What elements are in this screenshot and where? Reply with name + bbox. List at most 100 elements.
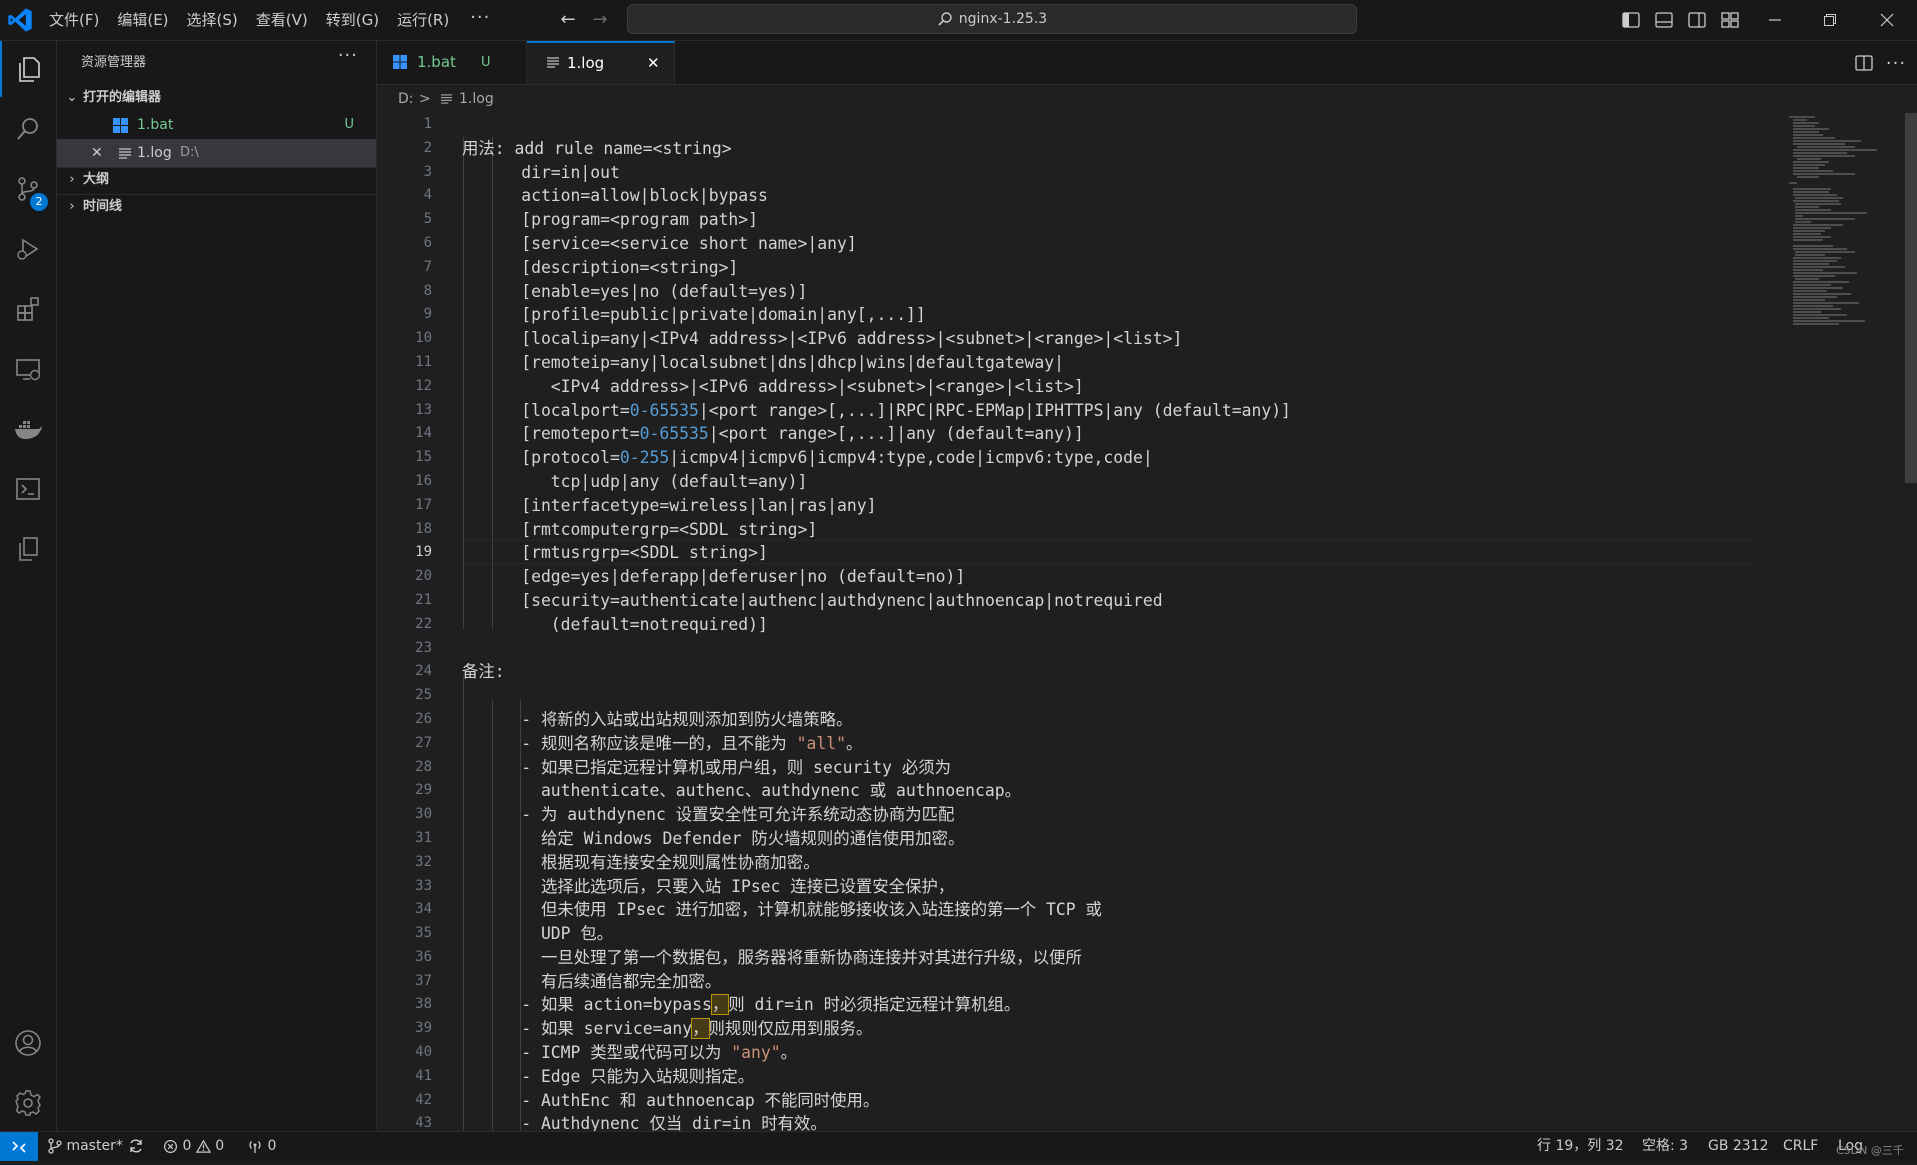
toggle-secondary-sidebar-icon[interactable] [1683,6,1711,34]
code-line[interactable]: [remoteport=0-65535|<port range>[,...]|a… [462,422,1762,446]
code-line[interactable]: - 规则名称应该是唯一的，且不能为 "all"。 [462,732,1762,756]
code-line[interactable]: [rmtcomputergrp=<SDDL string>] [462,518,1762,542]
remote-indicator-icon[interactable] [0,1132,38,1161]
code-area[interactable]: ​用法: add rule name=<string> dir=in|out a… [462,113,1762,1131]
code-line[interactable]: [enable=yes|no (default=yes)] [462,280,1762,304]
remote-explorer-icon[interactable] [0,341,56,397]
code-line[interactable]: authenticate、authenc、authdynenc 或 authno… [462,779,1762,803]
open-editor-item-1-log[interactable]: ✕ 1.log D:\ [57,139,376,167]
code-line[interactable]: 备注: [462,660,1762,684]
menu-selection[interactable]: 选择(S) [178,0,247,40]
restore-icon[interactable] [1803,0,1857,40]
outline-section[interactable]: › 大纲 [57,167,376,193]
code-line[interactable]: [description=<string>] [462,256,1762,280]
close-tab-icon[interactable]: ✕ [647,43,660,84]
timeline-section[interactable]: › 时间线 [57,194,376,220]
code-line[interactable]: ​ [462,637,1762,661]
indentation-indicator[interactable]: 空格: 3 [1642,1132,1688,1161]
eol-indicator[interactable]: CRLF [1783,1132,1818,1161]
code-line[interactable]: 根据现有连接安全规则属性协商加密。 [462,851,1762,875]
code-line[interactable]: (default=notrequired)] [462,613,1762,637]
menu-go[interactable]: 转到(G) [317,0,388,40]
docker-icon[interactable] [0,401,56,457]
code-line[interactable]: 但未使用 IPsec 进行加密，计算机就能够接收该入站连接的第一个 TCP 或 [462,898,1762,922]
command-center-search[interactable]: nginx-1.25.3 [627,4,1357,34]
go-back-icon[interactable]: ← [554,6,582,34]
customize-layout-icon[interactable] [1716,6,1744,34]
encoding-indicator[interactable]: GB 2312 [1708,1132,1769,1161]
code-line[interactable]: <IPv4 address>|<IPv6 address>|<subnet>|<… [462,375,1762,399]
settings-gear-icon[interactable] [0,1075,56,1131]
code-line[interactable]: [remoteip=any|localsubnet|dns|dhcp|wins|… [462,351,1762,375]
open-editor-path: D:\ [180,145,199,160]
minimap[interactable] [1785,113,1915,353]
source-control-icon[interactable]: 2 [0,161,56,217]
code-line[interactable]: ​ [462,684,1762,708]
code-line[interactable]: [security=authenticate|authenc|authdynen… [462,589,1762,613]
menu-view[interactable]: 查看(V) [247,0,317,40]
code-line[interactable]: tcp|udp|any (default=any)] [462,470,1762,494]
code-line[interactable]: [protocol=0-255|icmpv4|icmpv6|icmpv4:typ… [462,446,1762,470]
open-editors-section[interactable]: ⌄ 打开的编辑器 [57,85,376,111]
account-icon[interactable] [0,1015,56,1071]
explorer-more-actions-button[interactable]: ··· [338,45,358,66]
code-line[interactable]: 选择此选项后，只要入站 IPsec 连接已设置安全保护， [462,875,1762,899]
split-editor-icon[interactable] [1850,49,1878,77]
code-line[interactable]: dir=in|out [462,161,1762,185]
search-icon[interactable] [0,101,56,157]
tab-1-log[interactable]: 1.log ✕ [527,41,675,84]
text-editor[interactable]: 1 2 3 4 5 6 7 8 9 10 11 12 13 14 15 16 17 18 19 20 21 22 23 24 2… [377,113,1917,1131]
code-line[interactable]: 有后续通信都完全加密。 [462,970,1762,994]
tab-1-bat[interactable]: 1.bat U [377,41,527,84]
code-line[interactable]: [program=<program path>] [462,208,1762,232]
code-line[interactable]: - 如果 action=bypass，则 dir=in 时必须指定远程计算机组。 [462,993,1762,1017]
code-line[interactable]: [profile=public|private|domain|any[,...]… [462,303,1762,327]
code-line[interactable]: 一旦处理了第一个数据包，服务器将重新协商连接并对其进行升级，以便所 [462,946,1762,970]
code-line[interactable]: 给定 Windows Defender 防火墙规则的通信使用加密。 [462,827,1762,851]
code-line[interactable]: action=allow|block|bypass [462,184,1762,208]
breadcrumb-file[interactable]: 1.log [459,85,494,113]
editor-more-actions-button[interactable]: ··· [1882,49,1910,77]
toggle-panel-icon[interactable] [1650,6,1678,34]
vscode-logo-icon[interactable] [6,6,34,34]
minimize-icon[interactable] [1748,0,1802,40]
code-line[interactable]: - AuthEnc 和 authnoencap 不能同时使用。 [462,1089,1762,1113]
code-line[interactable]: - 如果已指定远程计算机或用户组，则 security 必须为 [462,756,1762,780]
code-line[interactable]: [rmtusrgrp=<SDDL string>] [462,541,1762,565]
vertical-scrollbar[interactable] [1905,113,1917,483]
code-line[interactable]: ​ [462,113,1762,137]
run-debug-icon[interactable] [0,221,56,277]
terminal-icon[interactable] [0,461,56,517]
menu-edit[interactable]: 编辑(E) [108,0,177,40]
code-line[interactable]: [edge=yes|deferapp|deferuser|no (default… [462,565,1762,589]
close-editor-icon[interactable]: ✕ [91,139,103,167]
menu-more-button[interactable]: ··· [458,0,502,40]
code-line[interactable]: [localip=any|<IPv4 address>|<IPv6 addres… [462,327,1762,351]
branch-indicator[interactable]: master* [48,1132,123,1161]
cursor-position[interactable]: 行 19，列 32 [1537,1132,1624,1161]
code-line[interactable]: - Edge 只能为入站规则指定。 [462,1065,1762,1089]
menu-run[interactable]: 运行(R) [388,0,458,40]
code-line[interactable]: UDP 包。 [462,922,1762,946]
open-editor-item-1-bat[interactable]: 1.bat U [57,111,376,139]
menu-file[interactable]: 文件(F) [40,0,108,40]
code-line[interactable]: - 将新的入站或出站规则添加到防火墙策略。 [462,708,1762,732]
code-line[interactable]: - ICMP 类型或代码可以为 "any"。 [462,1041,1762,1065]
code-line[interactable]: - Authdynenc 仅当 dir=in 时有效。 [462,1112,1762,1131]
code-line[interactable]: [localport=0-65535|<port range>[,...]|RP… [462,399,1762,423]
go-forward-icon[interactable]: → [586,6,614,34]
code-line[interactable]: - 如果 service=any，则规则仅应用到服务。 [462,1017,1762,1041]
close-window-icon[interactable] [1860,0,1914,40]
copy-icon[interactable] [0,521,56,577]
extensions-icon[interactable] [0,281,56,337]
code-line[interactable]: - 为 authdynenc 设置安全性可允许系统动态协商为匹配 [462,803,1762,827]
breadcrumb-drive[interactable]: D: [398,85,414,113]
toggle-primary-sidebar-icon[interactable] [1617,6,1645,34]
sync-icon[interactable] [128,1132,144,1161]
explorer-icon[interactable] [0,41,56,97]
ports-indicator[interactable]: 0 [247,1132,276,1161]
problems-indicator[interactable]: 0 0 [163,1132,224,1161]
code-line[interactable]: [service=<service short name>|any] [462,232,1762,256]
code-line[interactable]: 用法: add rule name=<string> [462,137,1762,161]
code-line[interactable]: [interfacetype=wireless|lan|ras|any] [462,494,1762,518]
